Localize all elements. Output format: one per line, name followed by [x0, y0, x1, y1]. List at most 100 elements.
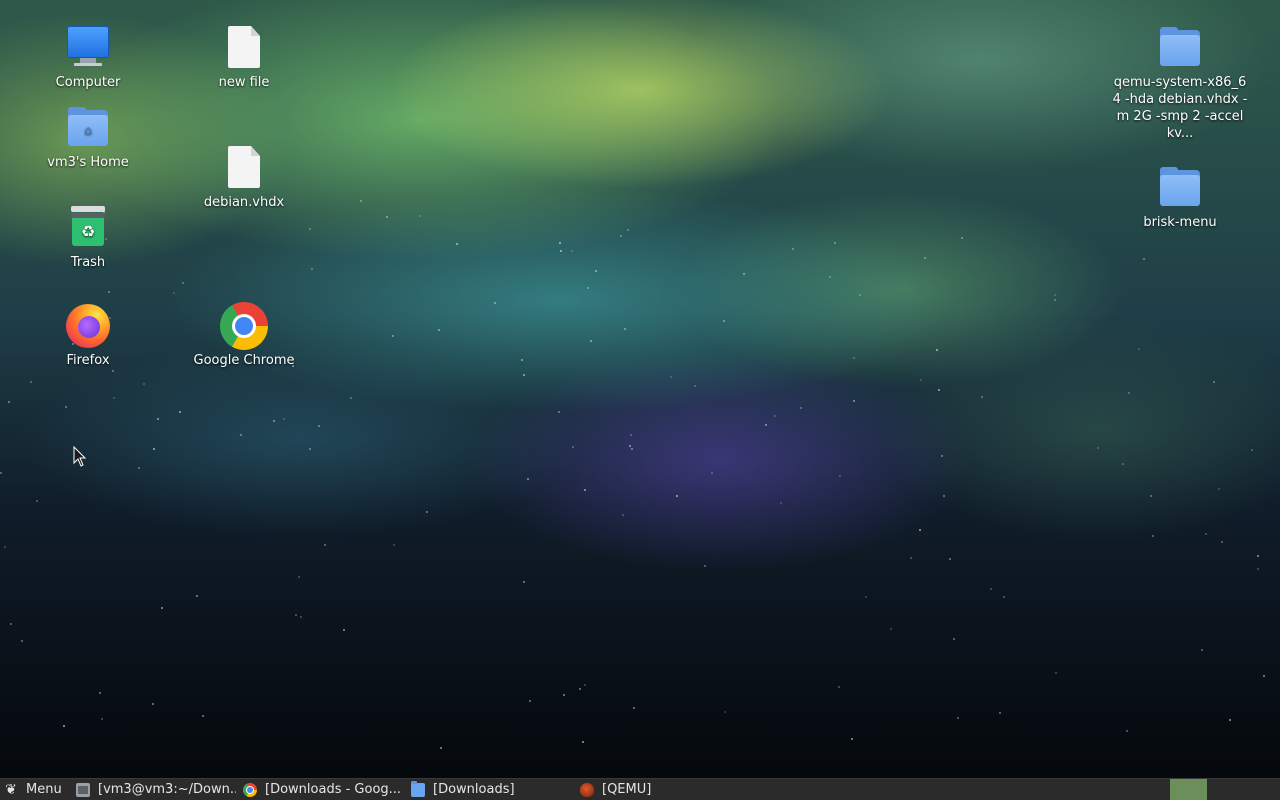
taskbar-window-label: [vm3@vm3:~/Down... [98, 782, 236, 797]
wallpaper-star [161, 607, 163, 609]
wallpaper-star [456, 243, 458, 245]
folder-icon [1156, 24, 1204, 72]
wallpaper-star [765, 424, 767, 426]
desktop-icon-computer[interactable]: Computer [33, 24, 143, 91]
wallpaper-star [393, 544, 395, 546]
wallpaper-star [153, 448, 155, 450]
wallpaper-star [529, 700, 531, 702]
desktop-icon-debian-vhdx[interactable]: debian.vhdx [189, 144, 299, 211]
terminal-icon [76, 782, 90, 797]
wallpaper-star [774, 415, 776, 417]
wallpaper-star [1097, 447, 1099, 449]
taskbar: ❦ Menu [vm3@vm3:~/Down... [Downloads - G… [0, 778, 1280, 800]
wallpaper-star [595, 270, 597, 272]
wallpaper-star [1257, 568, 1259, 570]
wallpaper-star [21, 640, 23, 642]
wallpaper-star [1229, 719, 1231, 721]
wallpaper-star [273, 420, 275, 422]
desktop-icon-home[interactable]: ⌂ vm3's Home [33, 104, 143, 171]
wallpaper-star [392, 335, 394, 337]
wallpaper-star [1054, 294, 1056, 296]
wallpaper-star [1221, 541, 1223, 543]
wallpaper-star [350, 397, 352, 399]
desktop-icon-trash[interactable]: ♻ Trash [33, 204, 143, 271]
wallpaper-star [920, 379, 922, 381]
wallpaper-star [711, 472, 713, 474]
wallpaper-star [563, 694, 565, 696]
wallpaper-star [182, 282, 184, 284]
wallpaper-star [523, 581, 525, 583]
desktop-icon-label: Trash [70, 255, 106, 270]
wallpaper-star [527, 478, 529, 480]
wallpaper-star [800, 407, 802, 409]
wallpaper-star [558, 411, 560, 413]
wallpaper-star [724, 711, 726, 713]
home-folder-icon: ⌂ [64, 104, 112, 152]
wallpaper-star [343, 629, 345, 631]
wallpaper-star [630, 434, 632, 436]
taskbar-window-label: [QEMU] [602, 782, 652, 797]
wallpaper-star [1055, 672, 1057, 674]
desktop-icon-google-chrome[interactable]: Google Chrome [189, 302, 299, 369]
wallpaper-star [851, 738, 853, 740]
wallpaper-star [572, 446, 574, 448]
workspace-switcher[interactable] [1170, 779, 1207, 800]
wallpaper-star [890, 628, 892, 630]
wallpaper-star [590, 340, 592, 342]
wallpaper-star [386, 216, 388, 218]
wallpaper-star [138, 467, 140, 469]
wallpaper-star [360, 200, 362, 202]
wallpaper-star [521, 359, 523, 361]
wallpaper-star [620, 235, 622, 237]
wallpaper-star [65, 406, 67, 408]
desktop-icon-label: debian.vhdx [203, 195, 285, 210]
file-icon [220, 144, 268, 192]
wallpaper-star [63, 725, 65, 727]
mouse-cursor-icon [73, 446, 87, 467]
wallpaper-star [4, 546, 6, 548]
wallpaper-star [1205, 533, 1207, 535]
taskbar-window-chrome[interactable]: [Downloads - Goog... [243, 779, 403, 800]
taskbar-window-label: [Downloads] [433, 782, 515, 797]
wallpaper-star [999, 712, 1001, 714]
wallpaper-star [10, 623, 12, 625]
wallpaper-star [629, 445, 631, 447]
wallpaper-star [981, 396, 983, 398]
folder-icon [411, 780, 425, 797]
desktop-background[interactable]: Computer ⌂ vm3's Home ♻ Trash Firefox ne… [0, 0, 1280, 778]
taskbar-window-downloads[interactable]: [Downloads] [411, 779, 571, 800]
file-icon [220, 24, 268, 72]
wallpaper-star [1150, 495, 1152, 497]
wallpaper-star [202, 715, 204, 717]
desktop-icon-label: Computer [55, 75, 121, 90]
wallpaper-star [240, 434, 242, 436]
desktop-icon-qemu-folder[interactable]: qemu-system-x86_64 -hda debian.vhdx -m 2… [1113, 24, 1247, 142]
wallpaper-star [792, 248, 794, 250]
desktop-icon-label: vm3's Home [47, 155, 129, 170]
wallpaper-star [953, 638, 955, 640]
wallpaper-star [865, 596, 867, 598]
menu-button[interactable]: ❦ Menu [4, 779, 64, 800]
qemu-icon [580, 782, 594, 797]
wallpaper-star [941, 455, 943, 457]
desktop-icon-label: brisk-menu [1143, 215, 1217, 230]
wallpaper-star [624, 328, 626, 330]
wallpaper-star [523, 374, 525, 376]
desktop-icon-firefox[interactable]: Firefox [33, 302, 143, 369]
wallpaper-star [318, 425, 320, 427]
wallpaper-star [829, 276, 831, 278]
wallpaper-star [919, 529, 921, 531]
wallpaper-star [298, 576, 300, 578]
taskbar-window-terminal[interactable]: [vm3@vm3:~/Down... [76, 779, 236, 800]
desktop-icon-new-file[interactable]: new file [189, 24, 299, 91]
wallpaper-star [582, 741, 584, 743]
menu-icon: ❦ [5, 781, 17, 798]
wallpaper-star [571, 250, 573, 252]
wallpaper-star [1138, 348, 1140, 350]
taskbar-window-qemu[interactable]: [QEMU] [580, 779, 740, 800]
wallpaper-star [943, 495, 945, 497]
wallpaper-star [622, 514, 624, 516]
desktop-icon-brisk-menu[interactable]: brisk-menu [1125, 164, 1235, 231]
wallpaper-star [631, 448, 633, 450]
wallpaper-star [676, 495, 678, 497]
